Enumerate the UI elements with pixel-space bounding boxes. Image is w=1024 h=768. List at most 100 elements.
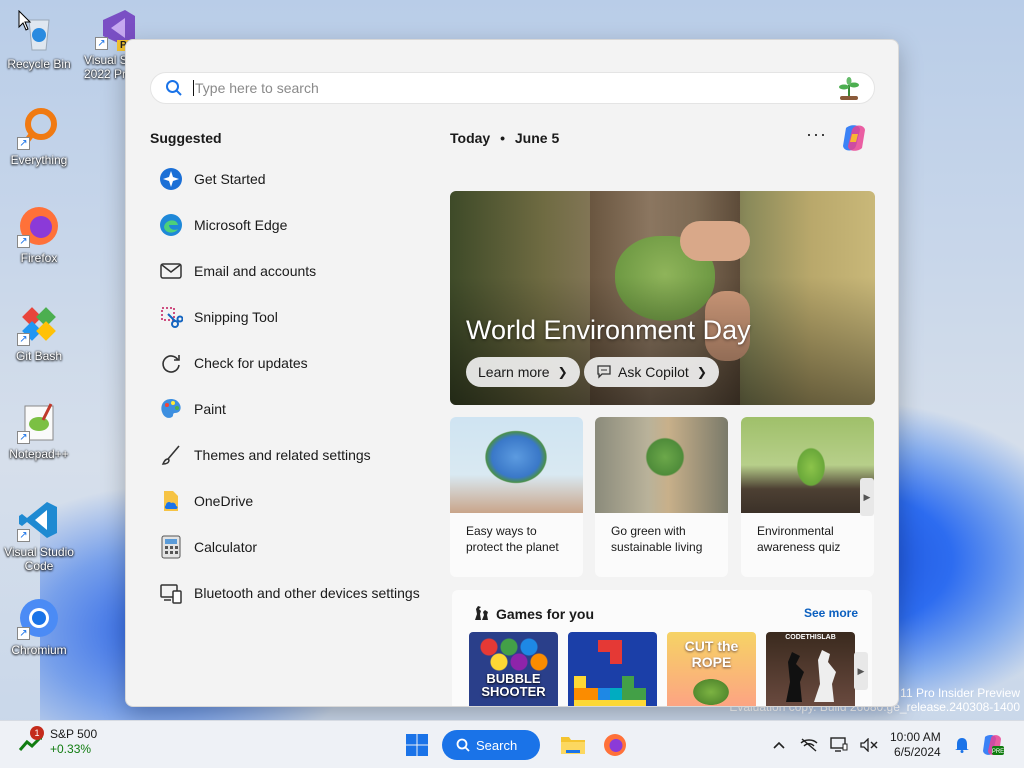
hero-card[interactable]: World Environment Day Learn more ❯ Ask C…: [450, 191, 875, 405]
suggested-item-label: OneDrive: [194, 493, 254, 509]
search-input[interactable]: [193, 80, 793, 96]
desktop-icon-firefox[interactable]: ↗ Firefox: [0, 204, 78, 265]
notification-bell-icon[interactable]: [947, 730, 977, 760]
seedling-image: [741, 417, 874, 513]
globe-hands-image: [450, 417, 583, 513]
shortcut-arrow-icon: ↗: [17, 333, 30, 346]
windows-logo-icon: [406, 734, 428, 756]
desktop-icon-label: Chromium: [11, 643, 67, 657]
today-header: Today • June 5: [450, 130, 559, 146]
edge-icon: [158, 212, 184, 238]
suggested-list: Get Started Microsoft Edge Email and acc…: [158, 156, 438, 616]
suggested-item-label: Paint: [194, 401, 226, 417]
firefox-icon: ↗: [17, 204, 61, 248]
games-next-button[interactable]: ▶: [854, 652, 868, 690]
desktop-icon-chromium[interactable]: ↗ Chromium: [0, 596, 78, 657]
clock[interactable]: 10:00 AM 6/5/2024: [890, 730, 941, 760]
chevron-right-icon: ❯: [557, 365, 568, 379]
desktop-icon-vscode[interactable]: ↗ Visual Studio Code: [0, 498, 78, 573]
shortcut-arrow-icon: ↗: [17, 137, 30, 150]
clock-time: 10:00 AM: [890, 730, 941, 744]
show-hidden-icons-chevron-up-icon[interactable]: [764, 730, 794, 760]
suggested-item-edge[interactable]: Microsoft Edge: [158, 202, 438, 248]
clock-date: 6/5/2024: [893, 745, 941, 759]
firefox-taskbar-button[interactable]: [598, 728, 632, 762]
network-offline-icon[interactable]: [794, 730, 824, 760]
suggested-item-check-updates[interactable]: Check for updates: [158, 340, 438, 386]
desktop-icon-notepad-plus-plus[interactable]: ↗ Notepad++: [0, 400, 78, 461]
game-tile-cut-the-rope[interactable]: CUT the ROPE: [667, 632, 756, 706]
get-started-icon: [158, 166, 184, 192]
see-more-link[interactable]: See more: [804, 606, 858, 620]
more-options-button[interactable]: ···: [806, 124, 827, 145]
suggested-item-snipping-tool[interactable]: Snipping Tool: [158, 294, 438, 340]
volume-muted-icon[interactable]: [854, 730, 884, 760]
learn-more-button[interactable]: Learn more ❯: [466, 357, 580, 387]
desktop-icon-label: Git Bash: [15, 349, 63, 363]
suggested-item-label: Snipping Tool: [194, 309, 278, 325]
taskbar-search-label: Search: [476, 737, 518, 753]
suggested-heading: Suggested: [150, 130, 222, 146]
news-card[interactable]: Environmental awareness quiz: [741, 417, 874, 577]
card-caption: Environmental awareness quiz: [757, 524, 841, 554]
start-menu: Suggested Get Started Microsoft Edge Ema…: [125, 39, 899, 707]
git-bash-icon: ↗: [17, 302, 61, 346]
brush-icon: [158, 442, 184, 468]
cards-next-button[interactable]: ▶: [860, 478, 874, 516]
desktop-icon-everything[interactable]: ↗ Everything: [0, 106, 78, 167]
start-button[interactable]: [400, 728, 434, 762]
shortcut-arrow-icon: ↗: [17, 431, 30, 444]
firefox-icon: [604, 734, 626, 756]
news-card[interactable]: Go green with sustainable living: [595, 417, 728, 577]
stock-widget[interactable]: 1 S&P 500 +0.33%: [18, 726, 97, 757]
suggested-item-themes[interactable]: Themes and related settings: [158, 432, 438, 478]
suggested-item-label: Get Started: [194, 171, 266, 187]
copilot-icon[interactable]: [838, 122, 870, 154]
taskbar-search-button[interactable]: Search: [442, 730, 540, 760]
desktop-icon-git-bash[interactable]: ↗ Git Bash: [0, 302, 78, 363]
paint-icon: [158, 396, 184, 422]
search-icon: [165, 79, 183, 97]
chromium-icon: ↗: [17, 596, 61, 640]
desktop-icon-label: Firefox: [20, 251, 58, 265]
copilot-taskbar-icon[interactable]: PRE: [977, 730, 1007, 760]
start-search-box[interactable]: [150, 72, 875, 104]
ask-copilot-button[interactable]: Ask Copilot ❯: [584, 357, 719, 387]
hero-title: World Environment Day: [466, 315, 751, 345]
news-card[interactable]: Easy ways to protect the planet: [450, 417, 583, 577]
suggested-item-calculator[interactable]: Calculator: [158, 524, 438, 570]
folder-icon: [561, 737, 585, 754]
vscode-icon: ↗: [17, 498, 61, 542]
suggested-item-label: Check for updates: [194, 355, 308, 371]
ask-copilot-label: Ask Copilot: [618, 364, 689, 380]
suggested-item-bluetooth[interactable]: Bluetooth and other devices settings: [158, 570, 438, 616]
suggested-item-get-started[interactable]: Get Started: [158, 156, 438, 202]
svg-text:PRE: PRE: [992, 749, 1004, 755]
game-tile-chess[interactable]: CODETHISLAB: [766, 632, 855, 706]
stock-change: +0.33%: [50, 742, 92, 756]
system-tray: 10:00 AM 6/5/2024 PRE: [764, 729, 1007, 761]
today-separator: •: [500, 130, 505, 146]
desktop-icon-recycle-bin[interactable]: Recycle Bin: [0, 10, 78, 71]
stock-chart-icon: 1: [18, 726, 46, 756]
shortcut-arrow-icon: ↗: [17, 235, 30, 248]
shortcut-arrow-icon: ↗: [95, 37, 108, 50]
suggested-item-label: Bluetooth and other devices settings: [194, 585, 420, 601]
everything-icon: ↗: [17, 106, 61, 150]
desktop-icon-label: Visual Studio Code: [4, 545, 74, 573]
game-tile-bubble-shooter[interactable]: BUBBLE SHOOTER: [469, 632, 558, 706]
suggested-item-email[interactable]: Email and accounts: [158, 248, 438, 294]
suggested-item-onedrive[interactable]: OneDrive: [158, 478, 438, 524]
chess-pieces-icon: [472, 604, 490, 622]
card-caption: Easy ways to protect the planet: [466, 524, 559, 554]
sprout-icon: [836, 77, 862, 101]
devices-icon: [158, 580, 184, 606]
suggested-item-paint[interactable]: Paint: [158, 386, 438, 432]
game-tile-blocks[interactable]: [568, 632, 657, 706]
display-icon[interactable]: [824, 730, 854, 760]
chevron-right-icon: ❯: [696, 365, 707, 379]
desktop-icon-label: Recycle Bin: [7, 57, 71, 71]
desktop-icon-label: Everything: [10, 153, 68, 167]
mail-icon: [158, 258, 184, 284]
file-explorer-button[interactable]: [556, 728, 590, 762]
